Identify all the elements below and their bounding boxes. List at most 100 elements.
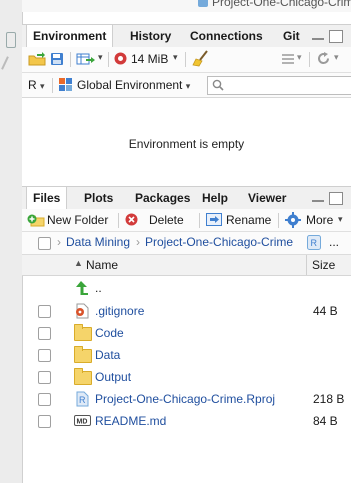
view-dropdown-icon[interactable]: ▾ [297,52,302,63]
row-checkbox[interactable] [38,349,51,362]
tab-plots[interactable]: Plots [78,187,119,209]
table-row[interactable]: MD README.md 84 B [22,410,351,432]
file-name[interactable]: Data [95,347,120,363]
pane-icon [6,32,16,48]
breadcrumb-item[interactable]: Project-One-Chicago-Crime [145,235,293,249]
scope-dropdown-icon: ▾ [185,81,191,91]
tab-packages[interactable]: Packages [129,187,196,209]
parent-directory-label: .. [95,281,102,295]
save-workspace-icon[interactable] [50,52,64,66]
row-checkbox[interactable] [38,305,51,318]
project-title: Project-One-Chicago-Crime [198,0,351,9]
language-selector[interactable]: R ▾ [28,78,45,92]
refresh-dropdown-icon[interactable]: ▾ [334,52,339,63]
env-search-input[interactable] [207,76,351,95]
table-row[interactable]: Code [22,322,351,344]
env-scope-toolbar: R ▾ Global Environment ▾ [22,73,351,98]
tab-history[interactable]: History [124,25,177,47]
tab-files[interactable]: Files [26,187,68,210]
more-label: More [306,213,334,227]
window-title-bar: Project-One-Chicago-Crime [22,0,351,12]
tab-help[interactable]: Help [196,187,234,209]
refresh-icon[interactable] [316,51,331,66]
environment-body: Environment is empty [22,98,351,186]
broom-clear-icon[interactable] [192,50,210,67]
import-dropdown-icon[interactable]: ▾ [98,52,103,63]
import-dataset-icon[interactable] [76,52,96,66]
parent-directory-row[interactable]: .. [22,277,351,299]
rename-label: Rename [226,213,272,227]
pane-divider-mark [1,56,9,70]
file-name[interactable]: .gitignore [95,303,144,319]
file-name[interactable]: README.md [95,413,166,429]
column-header-name[interactable]: Name [86,258,118,272]
environment-scope-selector[interactable]: Global Environment ▾ [77,78,190,92]
delete-label: Delete [149,213,184,227]
maximize-pane-button[interactable] [329,192,343,205]
more-button[interactable]: More ▾ [285,212,351,228]
memory-usage-icon [114,52,127,65]
table-row[interactable]: .gitignore 44 B [22,300,351,322]
file-list-header: ▲ Name Size [22,255,351,276]
new-folder-icon [27,214,45,227]
file-name[interactable]: Output [95,369,131,385]
memory-usage-label[interactable]: 14 MiB [131,52,168,66]
rproj-icon [198,0,208,8]
files-toolbar: New Folder Delete Rename More ▾ [22,209,351,232]
select-all-checkbox[interactable] [38,237,51,250]
files-tabbar: Files Plots Packages Help Viewer [22,186,351,210]
row-checkbox[interactable] [38,393,51,406]
rproj-icon: R [76,391,89,407]
breadcrumb-separator-icon: › [136,235,140,249]
file-name[interactable]: Code [95,325,124,341]
source-pane-edge [0,0,23,483]
file-size: 218 B [313,392,345,406]
breadcrumb-item[interactable]: Data Mining [66,235,130,249]
gitignore-icon [76,303,89,319]
global-environment-icon [59,78,72,91]
table-row[interactable]: Output [22,366,351,388]
list-view-icon[interactable] [282,53,294,64]
environment-scope-label: Global Environment [77,78,183,92]
tab-viewer[interactable]: Viewer [242,187,292,209]
gear-icon [285,212,301,228]
breadcrumb-more-button[interactable]: ... [329,235,339,249]
env-toolbar: ▾ 14 MiB ▾ ▾ ▾ [22,47,351,73]
maximize-pane-button[interactable] [329,30,343,43]
environment-empty-message: Environment is empty [128,137,245,151]
row-checkbox[interactable] [38,415,51,428]
file-size: 44 B [313,304,338,318]
language-label: R [28,78,37,92]
markdown-icon: MD [74,415,91,426]
breadcrumb-separator-icon: › [57,235,61,249]
tab-connections[interactable]: Connections [184,25,269,47]
delete-icon [125,213,138,226]
project-title-label: Project-One-Chicago-Crime [212,0,351,9]
file-name[interactable]: Project-One-Chicago-Crime.Rproj [95,391,275,407]
row-checkbox[interactable] [38,371,51,384]
rename-icon [206,213,222,226]
minimize-pane-button[interactable] [312,192,324,203]
table-row[interactable]: R Project-One-Chicago-Crime.Rproj 218 B [22,388,351,410]
language-dropdown-icon: ▾ [40,81,45,91]
minimize-pane-button[interactable] [312,30,324,41]
search-icon [212,79,224,91]
breadcrumb: › Data Mining › Project-One-Chicago-Crim… [22,232,351,255]
svg-text:MD: MD [77,419,88,426]
table-row[interactable]: Data [22,344,351,366]
load-workspace-icon[interactable] [28,52,46,66]
svg-text:R: R [311,238,318,248]
env-tabbar: Environment History Connections Git [22,24,351,48]
folder-icon [74,324,92,341]
folder-icon [74,346,92,363]
column-header-size[interactable]: Size [312,258,335,272]
row-checkbox[interactable] [38,327,51,340]
svg-text:R: R [79,395,86,405]
sort-ascending-icon: ▲ [74,258,83,268]
tab-git[interactable]: Git [277,25,306,47]
new-folder-label: New Folder [47,213,109,227]
folder-icon [74,368,92,385]
tab-environment[interactable]: Environment [26,25,114,48]
memory-dropdown-icon[interactable]: ▾ [173,52,178,63]
rproj-icon[interactable]: R [307,235,321,250]
